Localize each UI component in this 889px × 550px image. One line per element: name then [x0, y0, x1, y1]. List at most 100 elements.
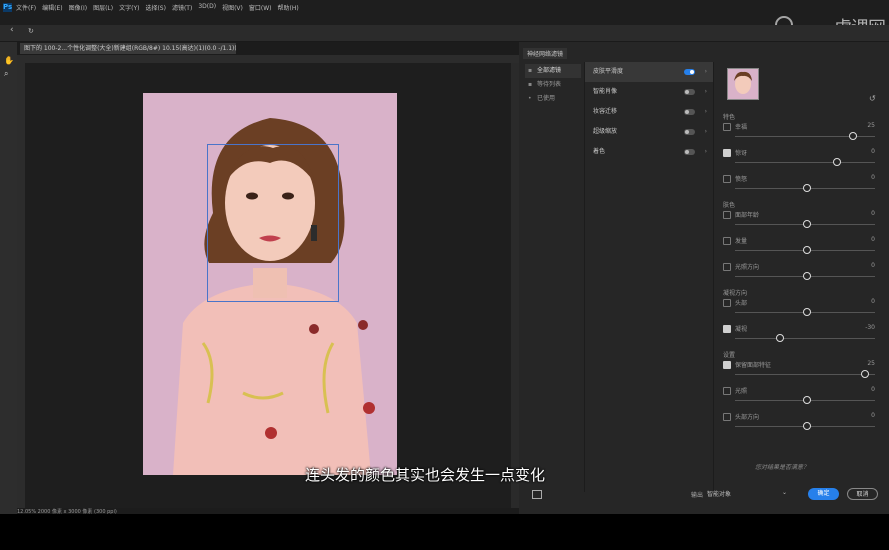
slider-knob[interactable] [803, 246, 811, 254]
options-bar: ‹ ↻ [0, 25, 889, 42]
reset-icon[interactable]: ↺ [869, 94, 876, 103]
slider-row: 愤怒 0 [723, 174, 875, 198]
chevron-right-icon: › [704, 148, 707, 155]
menu-item[interactable]: 文字(Y) [119, 3, 139, 12]
chevron-right-icon: › [704, 68, 707, 75]
cancel-button[interactable]: 取消 [847, 488, 878, 500]
slider-checkbox[interactable] [723, 263, 731, 271]
settings-section-title: 凝视方向 [723, 290, 748, 297]
slider-checkbox[interactable] [723, 123, 731, 131]
slider-label: 凝视 [735, 326, 748, 333]
slider-row: 面部年龄 0 [723, 210, 875, 234]
output-select[interactable]: 智能对象 ⌄ [707, 489, 787, 499]
menu-item[interactable]: 3D(D) [198, 3, 216, 12]
layer-preview-icon[interactable] [532, 490, 542, 499]
canvas[interactable] [25, 63, 511, 508]
slider-track[interactable] [735, 338, 875, 339]
filter-toggle[interactable] [684, 129, 695, 135]
slider-knob[interactable] [861, 370, 870, 378]
hand-tool-icon[interactable]: ✋ [4, 56, 14, 65]
back-arrow-icon[interactable]: ‹ [10, 25, 14, 35]
neural-filters-panel: 神经网络滤镜 ▪ 全部滤镜 ▪ 等待列表 • 已使用 皮肤平滑度 › 智能肖像 › 妆容迁移 › 超级… [519, 42, 889, 514]
slider-knob[interactable] [832, 158, 841, 166]
slider-knob[interactable] [803, 184, 811, 192]
menu-item[interactable]: 文件(F) [16, 3, 36, 12]
filter-item[interactable]: 超级缩放 › [585, 122, 713, 142]
slider-row: 头部方向 0 [723, 412, 875, 436]
menu-item[interactable]: 滤镜(T) [172, 3, 192, 12]
filter-toggle[interactable] [684, 149, 695, 155]
chevron-right-icon: › [704, 108, 707, 115]
filter-item[interactable]: 着色 › [585, 142, 713, 162]
slider-checkbox[interactable] [723, 237, 731, 245]
slider-track[interactable] [735, 374, 875, 375]
menu-items: 文件(F) 编辑(E) 图像(I) 图层(L) 文字(Y) 选择(S) 滤镜(T) 3D(D)… [16, 3, 299, 12]
slider-value: 0 [871, 174, 875, 181]
document-tab[interactable]: 图下的 100-2...个性化调整(大全)新建组(RGB/8#) 10.15(高… [20, 43, 236, 54]
horizontal-ruler [17, 55, 519, 63]
workspace: ✋ ⌕ 图下的 100-2...个性化调整(大全)新建组(RGB/8#) 10.… [0, 42, 519, 515]
slider-value: 0 [871, 412, 875, 419]
face-thumbnail[interactable] [727, 68, 759, 100]
settings-section-title: 设置 [723, 352, 736, 359]
category-item[interactable]: • 已使用 [525, 92, 581, 106]
slider-label: 光照方向 [735, 264, 760, 271]
slider-knob[interactable] [849, 132, 858, 140]
slider-value: 0 [871, 298, 875, 305]
menu-item[interactable]: 编辑(E) [42, 3, 62, 12]
slider-track[interactable] [735, 162, 875, 163]
slider-checkbox[interactable] [723, 299, 731, 307]
menu-item[interactable]: 帮助(H) [278, 3, 299, 12]
category-icon: • [528, 95, 532, 102]
filter-toggle[interactable] [684, 109, 695, 115]
slider-checkbox[interactable] [723, 175, 731, 183]
vertical-ruler [17, 63, 25, 508]
slider-checkbox[interactable] [723, 149, 731, 157]
slider-checkbox[interactable] [723, 211, 731, 219]
zoom-tool-icon[interactable]: ⌕ [4, 69, 13, 78]
slider-knob[interactable] [803, 272, 811, 280]
category-list: ▪ 全部滤镜 ▪ 等待列表 • 已使用 [525, 64, 581, 106]
slider-knob[interactable] [803, 422, 811, 430]
slider-checkbox[interactable] [723, 413, 731, 421]
slider-knob[interactable] [803, 220, 811, 228]
face-detection-box [207, 144, 339, 302]
output-label: 输出 [691, 492, 704, 499]
filter-toggle[interactable] [684, 89, 695, 95]
slider-knob[interactable] [803, 308, 811, 316]
menu-item[interactable]: 视图(V) [222, 3, 243, 12]
slider-knob[interactable] [775, 334, 784, 342]
slider-label: 头部方向 [735, 414, 760, 421]
slider-checkbox[interactable] [723, 325, 731, 333]
slider-label: 面部年龄 [735, 212, 760, 219]
filter-item[interactable]: 智能肖像 › [585, 82, 713, 102]
rotate-icon[interactable]: ↻ [28, 27, 34, 35]
slider-value: 0 [871, 386, 875, 393]
menu-item[interactable]: 窗口(W) [249, 3, 272, 12]
slider-knob[interactable] [803, 396, 811, 404]
slider-row: 保留面部特征 25 [723, 360, 875, 384]
category-item[interactable]: ▪ 等待列表 [525, 78, 581, 92]
menu-item[interactable]: 图层(L) [93, 3, 113, 12]
category-item[interactable]: ▪ 全部滤镜 [525, 64, 581, 78]
toolbox: ✋ ⌕ [0, 42, 17, 514]
filter-label: 智能肖像 [593, 88, 618, 95]
feedback-hint: 您对结果是否满意？ [755, 464, 810, 471]
filter-label: 皮肤平滑度 [593, 68, 624, 75]
filter-label: 妆容迁移 [593, 108, 618, 115]
filter-item[interactable]: 妆容迁移 › [585, 102, 713, 122]
category-label: 等待列表 [537, 81, 562, 88]
panel-title: 神经网络滤镜 [523, 48, 568, 59]
menu-item[interactable]: 图像(I) [69, 3, 87, 12]
slider-value: -30 [865, 324, 875, 331]
menu-item[interactable]: 选择(S) [145, 3, 166, 12]
vertical-scrollbar[interactable] [511, 63, 519, 508]
ok-button[interactable]: 确定 [808, 488, 839, 500]
output-select-value: 智能对象 [707, 491, 732, 498]
slider-checkbox[interactable] [723, 361, 731, 369]
filter-toggle[interactable] [684, 69, 695, 75]
filter-item[interactable]: 皮肤平滑度 › [585, 62, 713, 82]
slider-label: 光照 [735, 388, 748, 395]
slider-checkbox[interactable] [723, 387, 731, 395]
slider-value: 0 [871, 210, 875, 217]
